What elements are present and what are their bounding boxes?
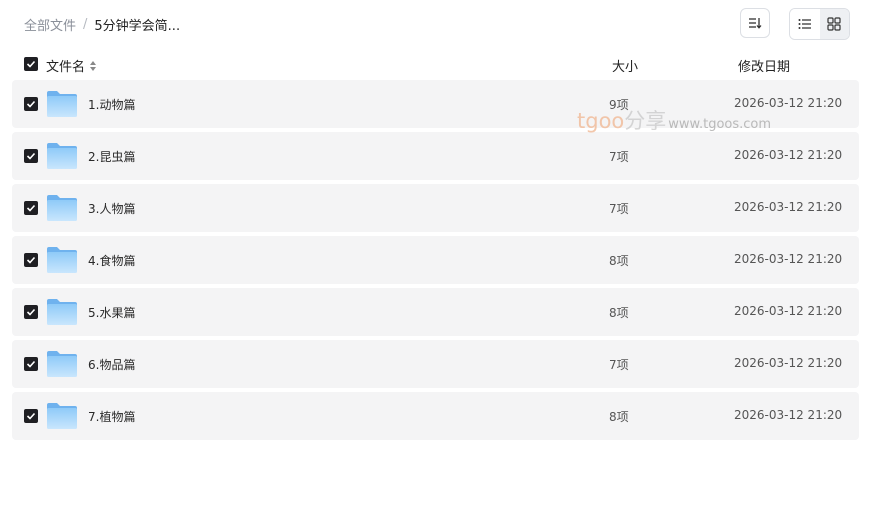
check-icon: [26, 60, 36, 68]
table-row[interactable]: 5.水果篇 8项 2026-03-12 21:20: [12, 288, 859, 336]
folder-icon: [47, 403, 77, 429]
table-row[interactable]: 7.植物篇 8项 2026-03-12 21:20: [12, 392, 859, 440]
file-modified-date: 2026-03-12 21:20: [734, 408, 843, 422]
file-name[interactable]: 3.人物篇: [88, 200, 135, 217]
file-modified-date: 2026-03-12 21:20: [734, 356, 843, 370]
row-checkbox[interactable]: [24, 409, 38, 423]
file-modified-date: 2026-03-12 21:20: [734, 148, 843, 162]
table-row[interactable]: 3.人物篇 7项 2026-03-12 21:20: [12, 184, 859, 232]
select-all-checkbox[interactable]: [24, 57, 38, 71]
grid-view-icon: [827, 17, 841, 31]
column-header-date[interactable]: 修改日期: [738, 56, 790, 75]
file-size: 8项: [609, 254, 629, 268]
file-modified-date: 2026-03-12 21:20: [734, 252, 843, 266]
breadcrumb-separator: /: [83, 17, 88, 32]
column-header-name-label: 文件名: [46, 60, 86, 75]
file-list-header: 文件名 大小 修改日期: [12, 50, 859, 78]
file-size: 7项: [609, 358, 629, 372]
breadcrumb: 全部文件 / 5分钟学会简...: [24, 15, 180, 34]
column-header-name[interactable]: 文件名: [46, 56, 97, 75]
breadcrumb-root-link[interactable]: 全部文件: [24, 15, 76, 34]
check-icon: [26, 100, 36, 108]
file-size: 9项: [609, 98, 629, 112]
check-icon: [26, 412, 36, 420]
file-name[interactable]: 5.水果篇: [88, 304, 135, 321]
sort-toggle-icon: [90, 60, 97, 71]
row-checkbox[interactable]: [24, 253, 38, 267]
file-size: 8项: [609, 306, 629, 320]
folder-icon: [47, 351, 77, 377]
check-icon: [26, 308, 36, 316]
folder-icon: [47, 91, 77, 117]
list-view-button[interactable]: [790, 9, 820, 39]
file-modified-date: 2026-03-12 21:20: [734, 200, 843, 214]
folder-icon: [47, 195, 77, 221]
check-icon: [26, 152, 36, 160]
file-size: 7项: [609, 202, 629, 216]
table-row[interactable]: 4.食物篇 8项 2026-03-12 21:20: [12, 236, 859, 284]
file-size: 7项: [609, 150, 629, 164]
breadcrumb-current-folder: 5分钟学会简...: [94, 19, 181, 34]
row-checkbox[interactable]: [24, 357, 38, 371]
file-name[interactable]: 7.植物篇: [88, 408, 135, 425]
file-list: 1.动物篇 9项 2026-03-12 21:20 2.昆虫篇 7项 2026-…: [12, 80, 859, 444]
folder-icon: [47, 299, 77, 325]
file-name[interactable]: 1.动物篇: [88, 96, 135, 113]
file-name[interactable]: 4.食物篇: [88, 252, 135, 269]
check-icon: [26, 256, 36, 264]
table-row[interactable]: 6.物品篇 7项 2026-03-12 21:20: [12, 340, 859, 388]
row-checkbox[interactable]: [24, 305, 38, 319]
file-name[interactable]: 6.物品篇: [88, 356, 135, 373]
folder-icon: [47, 143, 77, 169]
row-checkbox[interactable]: [24, 201, 38, 215]
sort-button[interactable]: [740, 8, 770, 38]
file-modified-date: 2026-03-12 21:20: [734, 96, 843, 110]
file-modified-date: 2026-03-12 21:20: [734, 304, 843, 318]
table-row[interactable]: 2.昆虫篇 7项 2026-03-12 21:20: [12, 132, 859, 180]
row-checkbox[interactable]: [24, 149, 38, 163]
folder-icon: [47, 247, 77, 273]
top-bar: 全部文件 / 5分钟学会简...: [0, 0, 874, 48]
file-size: 8项: [609, 410, 629, 424]
sort-icon: [749, 18, 762, 29]
file-name[interactable]: 2.昆虫篇: [88, 148, 135, 165]
grid-view-button[interactable]: [819, 9, 849, 39]
view-toggle: [789, 8, 850, 40]
column-header-size[interactable]: 大小: [612, 56, 638, 75]
row-checkbox[interactable]: [24, 97, 38, 111]
list-view-icon: [798, 19, 811, 29]
check-icon: [26, 204, 36, 212]
table-row[interactable]: 1.动物篇 9项 2026-03-12 21:20: [12, 80, 859, 128]
check-icon: [26, 360, 36, 368]
